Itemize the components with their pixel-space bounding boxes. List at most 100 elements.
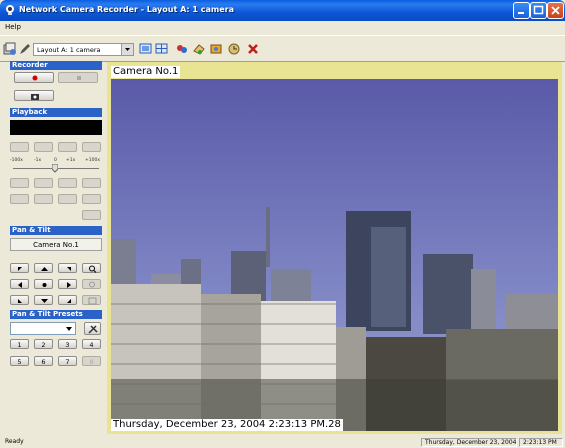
- preset-button-6[interactable]: 6: [34, 356, 53, 366]
- status-date: Thursday, December 23, 2004: [421, 438, 517, 447]
- status-bar: Ready Thursday, December 23, 2004 2:23:1…: [0, 437, 565, 448]
- preset-button-label: 6: [41, 358, 46, 366]
- minimize-icon: [518, 12, 524, 14]
- camera-title-overlay: Camera No.1: [111, 66, 181, 78]
- playback-button-13[interactable]: [82, 210, 101, 220]
- camera-app-icon: [6, 5, 14, 15]
- pan-left-button[interactable]: [10, 279, 29, 289]
- preset-button-2[interactable]: 2: [34, 339, 53, 349]
- zoom-out-button[interactable]: [82, 279, 101, 289]
- playback-button-10[interactable]: [34, 194, 53, 204]
- preset-button-5[interactable]: 5: [10, 356, 29, 366]
- settings-icon[interactable]: [3, 42, 17, 56]
- preset-select[interactable]: [10, 322, 76, 335]
- preset-setup-button[interactable]: [84, 322, 101, 335]
- layout-select[interactable]: Layout A: 1 camera: [33, 43, 134, 56]
- network-icon[interactable]: [209, 42, 223, 56]
- speed-label-zero: 0: [54, 158, 57, 163]
- playback-button-9[interactable]: [10, 194, 29, 204]
- preset-button-3[interactable]: 3: [58, 339, 77, 349]
- pan-tilt-camera-label: Camera No.1: [10, 238, 102, 251]
- stop-record-button[interactable]: [58, 72, 98, 83]
- arrow-up-icon: [41, 267, 48, 271]
- section-playback: Playback: [10, 108, 102, 117]
- playback-button-7[interactable]: [58, 178, 77, 188]
- preset-button-4[interactable]: 4: [82, 339, 101, 349]
- pan-right-button[interactable]: [58, 279, 77, 289]
- speed-label-minus1: -1x: [34, 158, 42, 163]
- control-panel: Recorder Playback -100x -1x 0 +1x +100x …: [10, 61, 102, 431]
- preset-button-8[interactable]: 8: [82, 356, 101, 366]
- status-ready: Ready: [5, 438, 24, 445]
- exit-icon[interactable]: [246, 42, 260, 56]
- zoom-in-icon: [89, 265, 97, 273]
- zoom-in-button[interactable]: [82, 263, 101, 273]
- close-button[interactable]: [547, 2, 564, 19]
- toolbar: Layout A: 1 camera: [0, 35, 565, 62]
- playback-button-2[interactable]: [34, 142, 53, 152]
- home-dot-icon: [42, 283, 47, 287]
- stop-icon: [77, 76, 81, 80]
- pan-down-right-button[interactable]: [58, 295, 77, 305]
- playback-button-4[interactable]: [82, 142, 101, 152]
- section-pan-tilt: Pan & Tilt: [10, 226, 102, 235]
- home-position-button[interactable]: [34, 279, 53, 289]
- playback-display: [10, 120, 102, 135]
- playback-button-8[interactable]: [82, 178, 101, 188]
- arrow-down-icon: [41, 299, 48, 303]
- menu-help[interactable]: Help: [5, 23, 21, 31]
- camera-feed-image: [111, 79, 558, 431]
- preset-button-1[interactable]: 1: [10, 339, 29, 349]
- window-title: Network Camera Recorder - Layout A: 1 ca…: [19, 5, 234, 14]
- speed-slider-thumb[interactable]: [52, 164, 58, 173]
- layout-single-icon[interactable]: [139, 42, 153, 56]
- playback-button-6[interactable]: [34, 178, 53, 188]
- preset-button-7[interactable]: 7: [58, 356, 77, 366]
- schedule-icon[interactable]: [227, 42, 241, 56]
- layout-multi-icon[interactable]: [155, 42, 169, 56]
- record-button[interactable]: [14, 72, 54, 83]
- arrow-up-right-icon: [67, 267, 71, 271]
- tilt-down-button[interactable]: [34, 295, 53, 305]
- arrow-down-right-icon: [67, 299, 71, 303]
- timestamp-overlay: Thursday, December 23, 2004 2:23:13 PM.2…: [111, 419, 343, 431]
- playback-button-12[interactable]: [82, 194, 101, 204]
- title-bar[interactable]: Network Camera Recorder - Layout A: 1 ca…: [0, 0, 565, 21]
- playback-button-11[interactable]: [58, 194, 77, 204]
- section-recorder: Recorder: [10, 61, 102, 70]
- pan-down-left-button[interactable]: [10, 295, 29, 305]
- speed-label-minus100: -100x: [10, 158, 23, 163]
- dropdown-arrow-icon[interactable]: [65, 325, 73, 333]
- preset-button-label: 2: [41, 341, 46, 349]
- close-icon: [551, 6, 560, 15]
- preset-button-label: 8: [89, 358, 94, 366]
- pan-up-left-button[interactable]: [10, 263, 29, 273]
- preset-button-label: 1: [17, 341, 22, 349]
- maximize-button[interactable]: [530, 2, 547, 19]
- snapshot-button[interactable]: [14, 90, 54, 101]
- camera-setup-icon[interactable]: [175, 42, 189, 56]
- arrow-right-icon: [67, 282, 71, 288]
- tilt-up-button[interactable]: [34, 263, 53, 273]
- tools-icon: [88, 325, 98, 334]
- arrow-left-icon: [18, 282, 22, 288]
- playback-button-1[interactable]: [10, 142, 29, 152]
- dropdown-arrow-icon[interactable]: [121, 44, 133, 55]
- minimize-button[interactable]: [513, 2, 530, 19]
- camera-video-pane[interactable]: Camera No.1 Thursday, December 23, 2004 …: [107, 62, 562, 434]
- eraser-icon[interactable]: [192, 42, 206, 56]
- playback-button-3[interactable]: [58, 142, 77, 152]
- record-icon: [32, 75, 38, 81]
- playback-button-5[interactable]: [10, 178, 29, 188]
- preset-button-label: 4: [89, 341, 94, 349]
- preset-button-label: 7: [65, 358, 70, 366]
- section-presets: Pan & Tilt Presets: [10, 310, 102, 319]
- preset-button-label: 3: [65, 341, 70, 349]
- edit-icon[interactable]: [18, 42, 32, 56]
- zoom-out-icon: [89, 281, 95, 288]
- status-time: 2:23:13 PM: [519, 438, 563, 447]
- pan-up-right-button[interactable]: [58, 263, 77, 273]
- preset-button-label: 5: [17, 358, 22, 366]
- menu-bar: Help: [0, 21, 565, 34]
- zoom-wide-button[interactable]: [82, 295, 101, 305]
